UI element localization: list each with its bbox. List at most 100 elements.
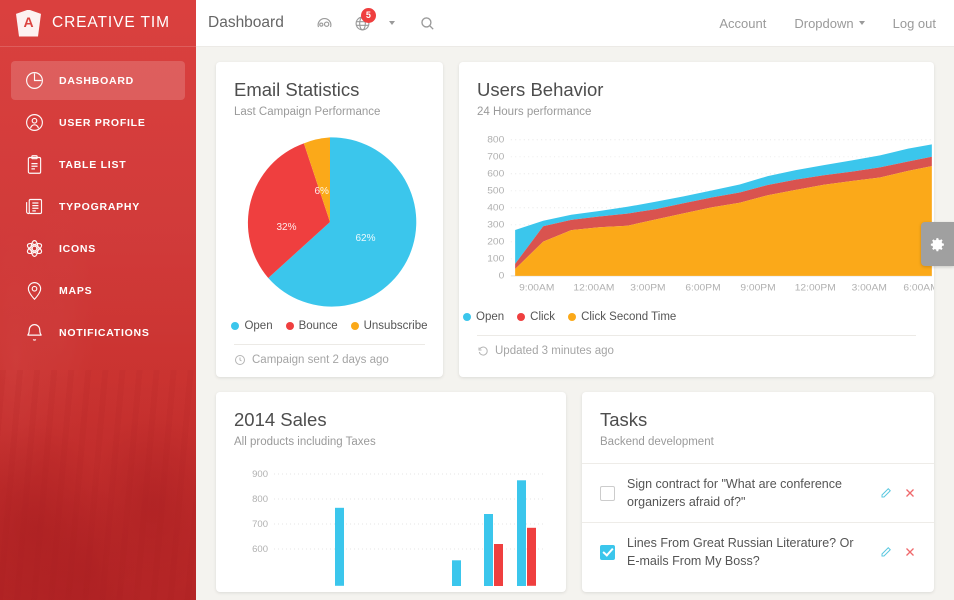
chevron-down-icon xyxy=(389,21,395,25)
legend-label: Click Second Time xyxy=(581,311,676,323)
bar xyxy=(452,560,461,586)
card-users-behavior: Users Behavior 24 Hours performance xyxy=(459,62,934,377)
pie-chart: 62% 32% 6% xyxy=(216,118,443,314)
legend-label: Open xyxy=(244,320,272,332)
task-actions xyxy=(880,487,916,499)
svg-text:500: 500 xyxy=(487,186,505,196)
card-subtitle: 24 Hours performance xyxy=(477,106,916,118)
legend-item[interactable]: Click Second Time xyxy=(568,311,676,323)
map-pin-icon xyxy=(23,280,45,302)
bar xyxy=(517,480,526,586)
sidebar-item-user-profile[interactable]: USER PROFILE xyxy=(11,103,185,142)
svg-text:300: 300 xyxy=(487,220,505,230)
atom-icon xyxy=(23,238,45,260)
x-axis-labels: 9:00AM 12:00AM 3:00PM 6:00PM 9:00PM 12:0… xyxy=(519,283,934,293)
sidebar-item-icons[interactable]: ICONS xyxy=(11,229,185,268)
sidebar-nav: DASHBOARD USER PROFILE xyxy=(0,61,196,352)
legend-dot-click xyxy=(517,313,525,321)
card-header: Users Behavior 24 Hours performance xyxy=(459,62,934,118)
pie-label-open: 62% xyxy=(356,233,376,244)
svg-text:200: 200 xyxy=(487,237,505,247)
chevron-down-icon xyxy=(859,21,865,25)
legend-dot-open xyxy=(231,322,239,330)
brand[interactable]: A CREATIVE TIM xyxy=(0,0,196,47)
svg-text:6:00PM: 6:00PM xyxy=(685,283,720,293)
sidebar-item-label: ICONS xyxy=(59,243,96,255)
search-icon[interactable] xyxy=(411,6,445,40)
legend-label: Unsubscribe xyxy=(364,320,428,332)
card-footer-text: Campaign sent 2 days ago xyxy=(252,354,389,366)
legend-item[interactable]: Open xyxy=(463,311,504,323)
sidebar-item-table-list[interactable]: TABLE LIST xyxy=(11,145,185,184)
sidebar-item-dashboard[interactable]: DASHBOARD xyxy=(11,61,185,100)
card-footer-text: Updated 3 minutes ago xyxy=(495,345,614,357)
bar-series xyxy=(335,480,536,586)
legend-label: Open xyxy=(476,311,504,323)
page-title[interactable]: Dashboard xyxy=(208,14,284,32)
task-label: Sign contract for "What are conference o… xyxy=(627,475,868,511)
task-checkbox[interactable] xyxy=(600,486,615,501)
nav-link-dropdown[interactable]: Dropdown xyxy=(794,16,864,31)
legend-dot-unsubscribe xyxy=(351,322,359,330)
card-2014-sales: 2014 Sales All products including Taxes xyxy=(216,392,566,592)
nav-link-account[interactable]: Account xyxy=(719,16,766,31)
sidebar-item-notifications[interactable]: NOTIFICATIONS xyxy=(11,313,185,352)
content-row-bottom: 2014 Sales All products including Taxes xyxy=(216,392,934,592)
legend-item[interactable]: Bounce xyxy=(286,320,338,332)
legend-dot-click-second-time xyxy=(568,313,576,321)
legend-item[interactable]: Click xyxy=(517,311,555,323)
svg-text:700: 700 xyxy=(487,152,505,162)
card-subtitle: Backend development xyxy=(600,436,916,448)
close-icon[interactable] xyxy=(904,546,916,558)
settings-gear-tab[interactable] xyxy=(921,222,954,266)
legend-item[interactable]: Open xyxy=(231,320,272,332)
svg-text:800: 800 xyxy=(487,135,505,145)
legend-label: Bounce xyxy=(299,320,338,332)
sidebar: A CREATIVE TIM DASHBOARD xyxy=(0,0,196,600)
pie-label-unsubscribe: 6% xyxy=(315,186,329,197)
card-header: Email Statistics Last Campaign Performan… xyxy=(216,62,443,118)
svg-text:9:00AM: 9:00AM xyxy=(519,283,554,293)
y-axis-labels: 900 800 700 600 xyxy=(252,469,268,555)
card-title: Tasks xyxy=(600,408,916,432)
gauge-icon[interactable] xyxy=(308,6,342,40)
task-row: Lines From Great Russian Literature? Or … xyxy=(582,522,934,581)
bell-icon xyxy=(23,322,45,344)
legend-item[interactable]: Unsubscribe xyxy=(351,320,428,332)
legend-dot-bounce xyxy=(286,322,294,330)
pie-chart-icon xyxy=(23,70,45,92)
sidebar-item-label: MAPS xyxy=(59,285,92,297)
content-area: Email Statistics Last Campaign Performan… xyxy=(196,47,954,600)
svg-text:3:00PM: 3:00PM xyxy=(630,283,665,293)
bar xyxy=(527,528,536,586)
svg-text:900: 900 xyxy=(252,469,268,480)
sidebar-item-label: NOTIFICATIONS xyxy=(59,327,150,339)
svg-text:800: 800 xyxy=(252,494,268,505)
nav-link-logout[interactable]: Log out xyxy=(893,16,936,31)
sidebar-item-label: USER PROFILE xyxy=(59,117,146,129)
chart-legend: Open Bounce Unsubscribe xyxy=(216,314,443,344)
bar-chart-svg: 900 800 700 600 xyxy=(234,466,548,586)
task-row: Sign contract for "What are conference o… xyxy=(582,463,934,522)
dashboard-app: A CREATIVE TIM DASHBOARD xyxy=(0,0,954,600)
sidebar-item-label: DASHBOARD xyxy=(59,75,134,87)
task-checkbox[interactable] xyxy=(600,545,615,560)
sidebar-item-typography[interactable]: TYPOGRAPHY xyxy=(11,187,185,226)
navbar-links: Account Dropdown Log out xyxy=(719,16,936,31)
legend-dot-open xyxy=(463,313,471,321)
svg-text:9:00PM: 9:00PM xyxy=(740,283,775,293)
card-header: 2014 Sales All products including Taxes xyxy=(216,392,566,448)
notifications-dropdown[interactable]: 5 xyxy=(346,6,395,40)
bar xyxy=(335,508,344,586)
svg-text:12:00PM: 12:00PM xyxy=(795,283,836,293)
pencil-icon[interactable] xyxy=(880,487,892,499)
close-icon[interactable] xyxy=(904,487,916,499)
refresh-icon xyxy=(477,345,489,357)
svg-text:6:00AM: 6:00AM xyxy=(903,283,934,293)
clipboard-icon xyxy=(23,154,45,176)
task-actions xyxy=(880,546,916,558)
globe-icon[interactable]: 5 xyxy=(346,6,380,40)
sidebar-item-maps[interactable]: MAPS xyxy=(11,271,185,310)
card-footer: Campaign sent 2 days ago xyxy=(234,344,425,377)
pencil-icon[interactable] xyxy=(880,546,892,558)
